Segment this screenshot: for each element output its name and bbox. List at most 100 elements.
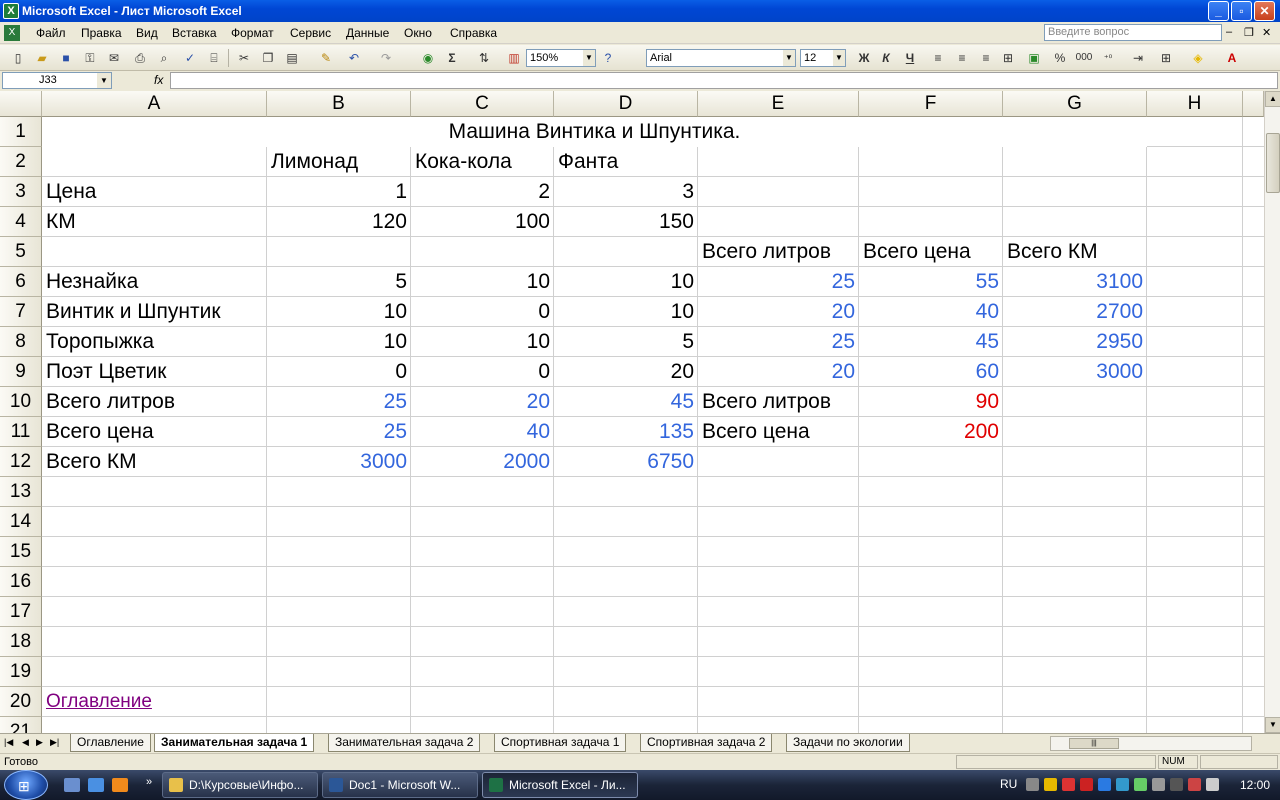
scroll-thumb[interactable]: ||| [1069,738,1119,749]
label-price[interactable]: Цена [42,177,267,207]
scroll-up-icon[interactable]: ▲ [1265,91,1280,107]
last-sheet-icon[interactable]: ▶| [50,737,59,748]
grand-total-liters[interactable]: 90 [859,387,1003,417]
menu-edit[interactable]: Правка [81,26,122,40]
row-header[interactable]: 6 [0,267,42,297]
formula-cell[interactable]: 20 [411,387,554,417]
price-lemonade[interactable]: 1 [267,177,411,207]
save-icon[interactable]: ■ [58,50,74,66]
tab-sport-2[interactable]: Спортивная задача 2 [640,734,773,752]
total-price-label[interactable]: Всего цена [42,417,267,447]
price-fanta[interactable]: 3 [554,177,698,207]
fill-color-icon[interactable]: ◈ [1190,50,1206,66]
hyperlink-icon[interactable]: ◉ [420,50,436,66]
doc-minimize-icon[interactable]: – [1226,26,1232,38]
maximize-button[interactable]: ▫ [1231,1,1252,21]
undo-icon[interactable]: ↶ [346,50,362,66]
table-row-label[interactable]: Незнайка [42,267,267,297]
row-header[interactable]: 10 [0,387,42,417]
label-km[interactable]: КМ [42,207,267,237]
column-header-d[interactable]: D [554,91,698,117]
row-header[interactable]: 20 [0,687,42,717]
next-sheet-icon[interactable]: ▶ [36,737,43,748]
table-cell[interactable]: 10 [411,267,554,297]
column-header-g[interactable]: G [1003,91,1147,117]
table-row-label[interactable]: Торопыжка [42,327,267,357]
borders-icon[interactable]: ⊞ [1158,50,1174,66]
table-row-label[interactable]: Поэт Цветик [42,357,267,387]
scroll-down-icon[interactable]: ▼ [1265,717,1280,733]
email-icon[interactable]: ✉ [106,50,122,66]
price-cola[interactable]: 2 [411,177,554,207]
help-icon[interactable]: ? [600,50,616,66]
menu-format[interactable]: Формат [231,26,274,40]
row-header[interactable]: 11 [0,417,42,447]
zoom-select[interactable]: 150% ▼ [526,49,596,67]
table-cell[interactable]: 10 [411,327,554,357]
prev-sheet-icon[interactable]: ◀ [22,737,29,748]
km-cola[interactable]: 100 [411,207,554,237]
redo-icon[interactable]: ↷ [378,50,394,66]
tab-contents[interactable]: Оглавление [70,734,151,752]
row-header[interactable]: 1 [0,117,42,147]
sort-ascending-icon[interactable]: ⇅ [476,50,492,66]
contents-link[interactable]: Оглавление [42,687,267,717]
autosum-icon[interactable]: Σ [444,50,460,66]
row-header[interactable]: 7 [0,297,42,327]
print-icon[interactable]: ⎙ [132,50,148,66]
row-header[interactable]: 4 [0,207,42,237]
doc-close-icon[interactable]: ✕ [1262,26,1271,39]
header-lemonade[interactable]: Лимонад [267,147,411,177]
warning-icon[interactable] [1044,778,1057,791]
doc-restore-icon[interactable]: ❐ [1244,26,1254,39]
task-explorer[interactable]: D:\Курсовые\Инфо... [162,772,318,798]
table-cell[interactable]: 20 [554,357,698,387]
show-desktop-icon[interactable] [64,778,80,792]
spelling-icon[interactable]: ✓ [182,50,198,66]
font-color-icon[interactable]: A [1224,50,1240,66]
italic-button[interactable]: К [878,50,894,66]
formula-cell[interactable]: 2700 [1003,297,1147,327]
formula-cell[interactable]: 40 [859,297,1003,327]
format-painter-icon[interactable]: ✎ [318,50,334,66]
header-cola[interactable]: Кока-кола [411,147,554,177]
network-error-icon[interactable] [1080,778,1093,791]
tab-ecology[interactable]: Задачи по экологии [786,734,910,752]
research-icon[interactable]: ⌸ [206,50,222,66]
km-lemonade[interactable]: 120 [267,207,411,237]
table-cell[interactable]: 10 [267,327,411,357]
chevron-down-icon[interactable]: ▼ [783,50,795,66]
underline-button[interactable]: Ч [902,50,918,66]
formula-cell[interactable]: 25 [267,417,411,447]
table-cell[interactable]: 10 [554,267,698,297]
formula-cell[interactable]: 25 [698,267,859,297]
new-icon[interactable]: ▯ [10,50,26,66]
table-cell[interactable]: 10 [554,297,698,327]
align-center-icon[interactable]: ≡ [954,50,970,66]
quick-launch-more-icon[interactable]: » [146,776,152,788]
column-header-e[interactable]: E [698,91,859,117]
grand-total-price-label[interactable]: Всего цена [698,417,859,447]
table-cell[interactable]: 0 [411,357,554,387]
formula-cell[interactable]: 3100 [1003,267,1147,297]
task-excel[interactable]: Microsoft Excel - Ли... [482,772,638,798]
cut-icon[interactable]: ✂ [236,50,252,66]
formula-cell[interactable]: 25 [267,387,411,417]
name-box[interactable]: J33 ▼ [2,72,112,89]
tray-app-icon[interactable] [1170,778,1183,791]
bluetooth-icon[interactable] [1098,778,1111,791]
thousands-button[interactable]: 000 [1072,50,1096,66]
formula-cell[interactable]: 20 [698,357,859,387]
start-button[interactable]: ⊞ [4,770,48,800]
menu-view[interactable]: Вид [136,26,158,40]
column-header-b[interactable]: B [267,91,411,117]
formula-input[interactable] [170,72,1278,89]
table-cell[interactable]: 0 [411,297,554,327]
clock[interactable]: 12:00 [1240,778,1270,792]
antivirus-icon[interactable] [1062,778,1075,791]
total-liters-label[interactable]: Всего литров [42,387,267,417]
grand-total-price[interactable]: 200 [859,417,1003,447]
formula-cell[interactable]: 45 [554,387,698,417]
sheet-title-cell[interactable]: Машина Винтика и Шпунтика. [42,117,1147,147]
formula-cell[interactable]: 3000 [1003,357,1147,387]
